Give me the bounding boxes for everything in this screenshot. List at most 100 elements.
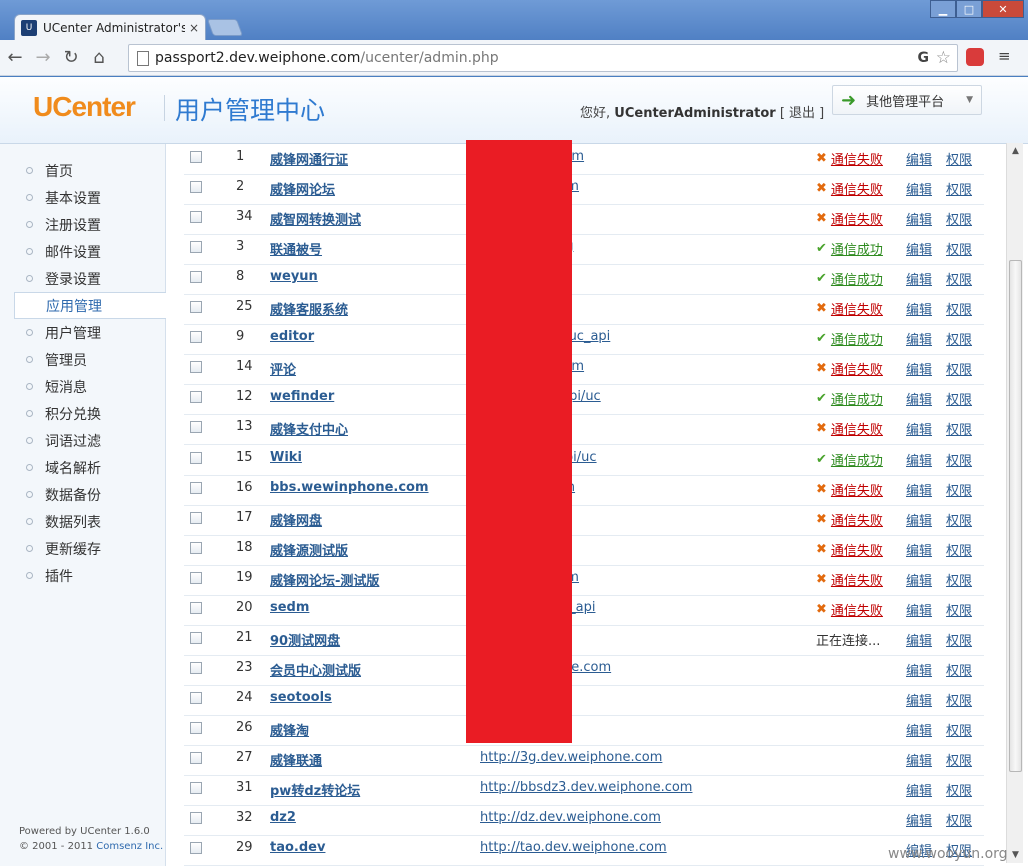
row-checkbox[interactable] (190, 331, 202, 344)
sidebar-item[interactable]: 数据列表 (14, 508, 166, 535)
sidebar-item[interactable]: 应用管理 (14, 292, 166, 319)
app-name-link[interactable]: 会员中心测试版 (270, 660, 361, 679)
app-name-link[interactable]: weyun (270, 269, 318, 284)
status-indicator[interactable]: ✖ 通信失败 (816, 600, 883, 619)
edit-link[interactable]: 编辑 (906, 209, 932, 228)
home-icon[interactable]: ⌂ (86, 45, 112, 71)
extension-icon[interactable] (966, 48, 984, 66)
row-checkbox[interactable] (190, 571, 202, 584)
tab-close-icon[interactable]: × (189, 21, 199, 35)
permission-link[interactable]: 权限 (946, 720, 972, 739)
star-icon[interactable]: ☆ (936, 48, 951, 68)
sidebar-item[interactable]: 注册设置 (14, 211, 166, 238)
forward-arrow-icon[interactable]: → (30, 45, 56, 71)
app-name-link[interactable]: tao.dev (270, 840, 325, 855)
edit-link[interactable]: 编辑 (906, 690, 932, 709)
status-indicator[interactable]: ✖ 通信失败 (816, 570, 883, 589)
scroll-down-icon[interactable]: ▼ (1007, 847, 1024, 863)
permission-link[interactable]: 权限 (946, 359, 972, 378)
app-name-link[interactable]: dz2 (270, 810, 296, 825)
row-checkbox[interactable] (190, 181, 202, 194)
app-name-link[interactable]: 威锋支付中心 (270, 419, 348, 438)
row-checkbox[interactable] (190, 721, 202, 734)
row-checkbox[interactable] (190, 481, 202, 494)
status-indicator[interactable]: ✔ 通信成功 (816, 269, 883, 288)
edit-link[interactable]: 编辑 (906, 329, 932, 348)
edit-link[interactable]: 编辑 (906, 570, 932, 589)
row-checkbox[interactable] (190, 601, 202, 614)
address-bar[interactable]: passport2.dev.weiphone.com/ucenter/admin… (128, 44, 958, 72)
permission-link[interactable]: 权限 (946, 750, 972, 769)
permission-link[interactable]: 权限 (946, 209, 972, 228)
status-indicator[interactable]: ✖ 通信失败 (816, 299, 883, 318)
row-checkbox[interactable] (190, 842, 202, 855)
app-name-link[interactable]: bbs.wewinphone.com (270, 480, 429, 495)
status-indicator[interactable]: ✖ 通信失败 (816, 209, 883, 228)
app-name-link[interactable]: 90测试网盘 (270, 630, 340, 649)
new-tab-button[interactable] (206, 19, 244, 36)
scroll-thumb[interactable] (1009, 260, 1022, 772)
app-name-link[interactable]: 威智网转换测试 (270, 209, 361, 228)
permission-link[interactable]: 权限 (946, 600, 972, 619)
status-indicator[interactable]: ✔ 通信成功 (816, 389, 883, 408)
sidebar-item[interactable]: 登录设置 (14, 265, 166, 292)
row-checkbox[interactable] (190, 391, 202, 404)
sidebar-item[interactable]: 短消息 (14, 373, 166, 400)
app-url-link[interactable]: http://3g.dev.weiphone.com (480, 750, 662, 765)
edit-link[interactable]: 编辑 (906, 750, 932, 769)
sidebar-item[interactable]: 数据备份 (14, 481, 166, 508)
edit-link[interactable]: 编辑 (906, 149, 932, 168)
app-name-link[interactable]: 威锋网论坛-测试版 (270, 570, 379, 589)
sidebar-item[interactable]: 更新缓存 (14, 535, 166, 562)
permission-link[interactable]: 权限 (946, 419, 972, 438)
permission-link[interactable]: 权限 (946, 329, 972, 348)
permission-link[interactable]: 权限 (946, 690, 972, 709)
platform-dropdown[interactable]: ➜ 其他管理平台 ▼ (832, 85, 982, 115)
sidebar-item[interactable]: 词语过滤 (14, 427, 166, 454)
app-name-link[interactable]: editor (270, 329, 314, 344)
edit-link[interactable]: 编辑 (906, 510, 932, 529)
menu-icon[interactable]: ≡ (998, 49, 1012, 64)
edit-link[interactable]: 编辑 (906, 299, 932, 318)
permission-link[interactable]: 权限 (946, 630, 972, 649)
permission-link[interactable]: 权限 (946, 389, 972, 408)
sidebar-item[interactable]: 首页 (14, 157, 166, 184)
sidebar-item[interactable]: 基本设置 (14, 184, 166, 211)
permission-link[interactable]: 权限 (946, 450, 972, 469)
app-name-link[interactable]: seotools (270, 690, 332, 705)
app-name-link[interactable]: 威锋网盘 (270, 510, 322, 529)
app-url-link[interactable]: http://bbsdz3.dev.weiphone.com (480, 780, 692, 795)
edit-link[interactable]: 编辑 (906, 179, 932, 198)
scroll-up-icon[interactable]: ▲ (1007, 143, 1024, 159)
sidebar-item[interactable]: 管理员 (14, 346, 166, 373)
row-checkbox[interactable] (190, 241, 202, 254)
edit-link[interactable]: 编辑 (906, 269, 932, 288)
status-indicator[interactable]: ✔ 通信成功 (816, 239, 883, 258)
edit-link[interactable]: 编辑 (906, 780, 932, 799)
app-name-link[interactable]: sedm (270, 600, 309, 615)
row-checkbox[interactable] (190, 752, 202, 764)
app-name-link[interactable]: 威锋联通 (270, 750, 322, 769)
app-name-link[interactable]: 威锋淘 (270, 720, 309, 739)
row-checkbox[interactable] (190, 661, 202, 674)
comsenz-link[interactable]: Comsenz Inc. (96, 841, 163, 852)
permission-link[interactable]: 权限 (946, 660, 972, 679)
permission-link[interactable]: 权限 (946, 570, 972, 589)
row-checkbox[interactable] (190, 451, 202, 464)
app-url-link[interactable]: http://dz.dev.weiphone.com (480, 810, 661, 825)
edit-link[interactable]: 编辑 (906, 419, 932, 438)
status-indicator[interactable]: ✖ 通信失败 (816, 510, 883, 529)
permission-link[interactable]: 权限 (946, 780, 972, 799)
app-name-link[interactable]: 威锋网通行证 (270, 149, 348, 168)
browser-tab[interactable]: U UCenter Administrator's C × (14, 14, 206, 40)
scrollbar[interactable]: ▲ ▼ (1006, 143, 1023, 863)
app-name-link[interactable]: 威锋客服系统 (270, 299, 348, 318)
status-indicator[interactable]: ✖ 通信失败 (816, 179, 883, 198)
row-checkbox[interactable] (190, 631, 202, 644)
permission-link[interactable]: 权限 (946, 179, 972, 198)
status-indicator[interactable]: ✖ 通信失败 (816, 359, 883, 378)
app-name-link[interactable]: wefinder (270, 389, 334, 404)
maximize-button[interactable]: □ (956, 0, 982, 18)
logout-link[interactable]: [ 退出 ] (780, 106, 824, 121)
permission-link[interactable]: 权限 (946, 269, 972, 288)
